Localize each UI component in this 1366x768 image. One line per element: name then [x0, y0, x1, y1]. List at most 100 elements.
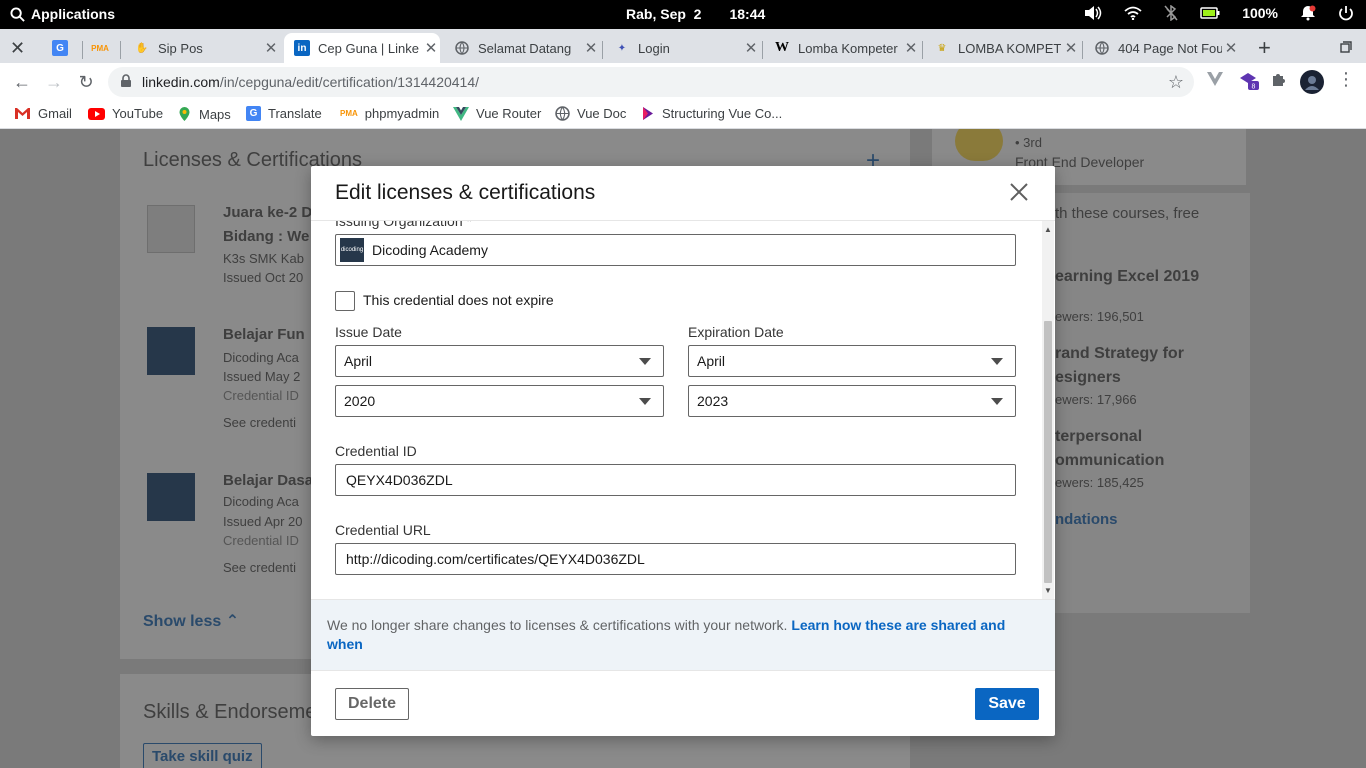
tab-404-page[interactable]: 404 Page Not Fou ✕	[1084, 33, 1240, 63]
tab-lomba-kompetensi-wiki[interactable]: W Lomba Kompeter ✕	[764, 33, 920, 63]
globe-icon	[555, 106, 570, 121]
extensions-puzzle-icon[interactable]	[1271, 71, 1287, 87]
modal-scrollbar[interactable]: ▲ ▼	[1042, 221, 1054, 599]
course-viewers: ewers: 185,425	[1055, 475, 1144, 490]
browser-menu-icon[interactable]: ⋮	[1337, 69, 1355, 90]
bird-icon: ✦	[617, 42, 627, 54]
scroll-down-arrow-icon[interactable]: ▼	[1042, 586, 1054, 595]
issuing-org-input[interactable]: dicoding Dicoding Academy	[335, 234, 1016, 266]
issue-year-select[interactable]: 2020	[335, 385, 664, 417]
skills-section-title: Skills & Endorseme	[143, 701, 317, 723]
modal-title: Edit licenses & certifications	[335, 181, 596, 204]
cert-org: Dicoding Aca	[223, 350, 299, 365]
take-skill-quiz-button[interactable]: Take skill quiz	[143, 743, 262, 768]
course-title-line2: ommunication	[1055, 452, 1165, 469]
see-credential-link[interactable]: See credenti	[223, 560, 296, 575]
tab-login[interactable]: ✦ Login ✕	[604, 33, 760, 63]
tab-search-button[interactable]	[1334, 33, 1362, 63]
course-title[interactable]: rand Strategy for	[1055, 345, 1184, 363]
bookmark-label: phpmyadmin	[364, 106, 440, 121]
credential-url-input[interactable]: http://dicoding.com/certificates/QEYX4D0…	[335, 543, 1016, 575]
extension-badge-icon[interactable]: 8	[1238, 71, 1260, 91]
cert-credential: Credential ID	[223, 533, 299, 548]
expiration-date-label: Expiration Date	[688, 324, 784, 340]
close-icon[interactable]: ✕	[1222, 39, 1240, 57]
clock[interactable]: Rab, Sep 2 18:44	[626, 6, 765, 22]
expiration-month-select[interactable]: April	[688, 345, 1016, 377]
date-text: Rab, Sep 2	[626, 6, 702, 22]
cert-date: Issued Apr 20	[223, 514, 303, 529]
profile-avatar[interactable]	[1300, 70, 1324, 94]
dicoding-logo-icon: dicoding	[340, 238, 364, 262]
cert-title: Belajar Dasa	[223, 472, 314, 489]
vuejs-devtools-icon[interactable]	[1206, 71, 1224, 87]
bookmark-vue-router[interactable]: Vue Router	[453, 106, 541, 121]
browser-toolbar: ← → ↻ linkedin.com/in/cepguna/edit/certi…	[0, 63, 1366, 101]
tab-close-all[interactable]: ✕	[0, 33, 34, 63]
tab-linkedin[interactable]: in Cep Guna | Linke ✕	[284, 33, 440, 63]
delete-button[interactable]: Delete	[335, 688, 409, 720]
bookmark-phpmyadmin[interactable]: PMA phpmyadmin	[340, 106, 439, 121]
tab-sip-pos[interactable]: ✋ Sip Pos ✕	[124, 33, 280, 63]
avatar	[955, 129, 1003, 161]
bookmark-maps[interactable]: Maps	[177, 106, 231, 122]
tab-lomba-kompetensi[interactable]: ♛ LOMBA KOMPETI ✕	[924, 33, 1080, 63]
bookmark-vue-doc[interactable]: Vue Doc	[555, 106, 626, 121]
tab-selamat-datang[interactable]: Selamat Datang ✕	[444, 33, 600, 63]
cert-date: Issued May 2	[223, 369, 301, 384]
show-less-button[interactable]: Show less ⌃	[143, 611, 239, 631]
reload-button[interactable]: ↻	[74, 70, 98, 94]
cert-org: K3s SMK Kab	[223, 251, 304, 266]
course-title[interactable]: earning Excel 2019	[1055, 268, 1199, 286]
credential-url-value: http://dicoding.com/certificates/QEYX4D0…	[346, 551, 645, 567]
applications-menu[interactable]: Applications	[10, 6, 115, 22]
volume-icon[interactable]	[1084, 5, 1102, 21]
scrollbar-thumb[interactable]	[1044, 321, 1052, 583]
forward-button[interactable]: →	[42, 70, 66, 94]
close-icon[interactable]: ✕	[902, 39, 920, 57]
bluetooth-off-icon[interactable]	[1164, 5, 1178, 21]
issue-month-select[interactable]: April	[335, 345, 664, 377]
back-button[interactable]: ←	[10, 70, 34, 94]
bookmark-structuring-vue[interactable]: Structuring Vue Co...	[641, 106, 782, 121]
see-credential-link[interactable]: See credenti	[223, 415, 296, 430]
wifi-icon[interactable]	[1124, 6, 1142, 20]
issue-date-label: Issue Date	[335, 324, 402, 340]
bookmark-translate[interactable]: G Translate	[246, 106, 322, 121]
close-icon[interactable]: ✕	[582, 39, 600, 57]
no-expire-label[interactable]: This credential does not expire	[363, 292, 554, 308]
power-icon[interactable]	[1338, 5, 1354, 21]
lock-icon	[120, 74, 132, 93]
expiration-year-select[interactable]: 2023	[688, 385, 1016, 417]
close-icon[interactable]: ✕	[10, 38, 25, 59]
see-recommendations-link[interactable]: ndations	[1055, 511, 1118, 528]
chevron-down-icon	[991, 398, 1003, 405]
bookmark-label: Vue Doc	[577, 106, 627, 121]
svg-text:8: 8	[1252, 84, 1256, 91]
notification-bell-icon[interactable]	[1300, 5, 1316, 21]
bookmark-label: Translate	[268, 106, 322, 121]
scroll-up-arrow-icon[interactable]: ▲	[1042, 225, 1054, 234]
tab-title: Selamat Datang	[478, 40, 572, 56]
no-expire-checkbox[interactable]	[335, 291, 355, 311]
close-icon[interactable]: ✕	[422, 39, 440, 57]
save-button[interactable]: Save	[975, 688, 1039, 720]
new-tab-button[interactable]: +	[1254, 33, 1282, 63]
course-title[interactable]: terpersonal	[1055, 428, 1142, 446]
battery-percent: 100%	[1242, 5, 1278, 21]
battery-icon[interactable]	[1200, 7, 1220, 19]
bookmark-star-icon[interactable]: ☆	[1168, 72, 1184, 93]
close-icon[interactable]: ✕	[1062, 39, 1080, 57]
credential-id-input[interactable]: QEYX4D036ZDL	[335, 464, 1016, 496]
address-bar[interactable]: linkedin.com/in/cepguna/edit/certificati…	[108, 67, 1194, 97]
modal-body[interactable]: Issuing Organization * dicoding Dicoding…	[311, 221, 1055, 599]
bookmark-youtube[interactable]: YouTube	[88, 106, 163, 121]
close-modal-button[interactable]	[1005, 178, 1033, 206]
close-icon[interactable]: ✕	[262, 39, 280, 57]
expiration-month-value: April	[697, 353, 726, 369]
cert-subtitle: Bidang : We	[223, 228, 310, 245]
tab-google-translate[interactable]: G	[42, 33, 80, 63]
tab-phpmyadmin[interactable]: PMA	[82, 33, 120, 63]
bookmark-gmail[interactable]: Gmail	[14, 106, 72, 121]
close-icon[interactable]: ✕	[742, 39, 760, 57]
